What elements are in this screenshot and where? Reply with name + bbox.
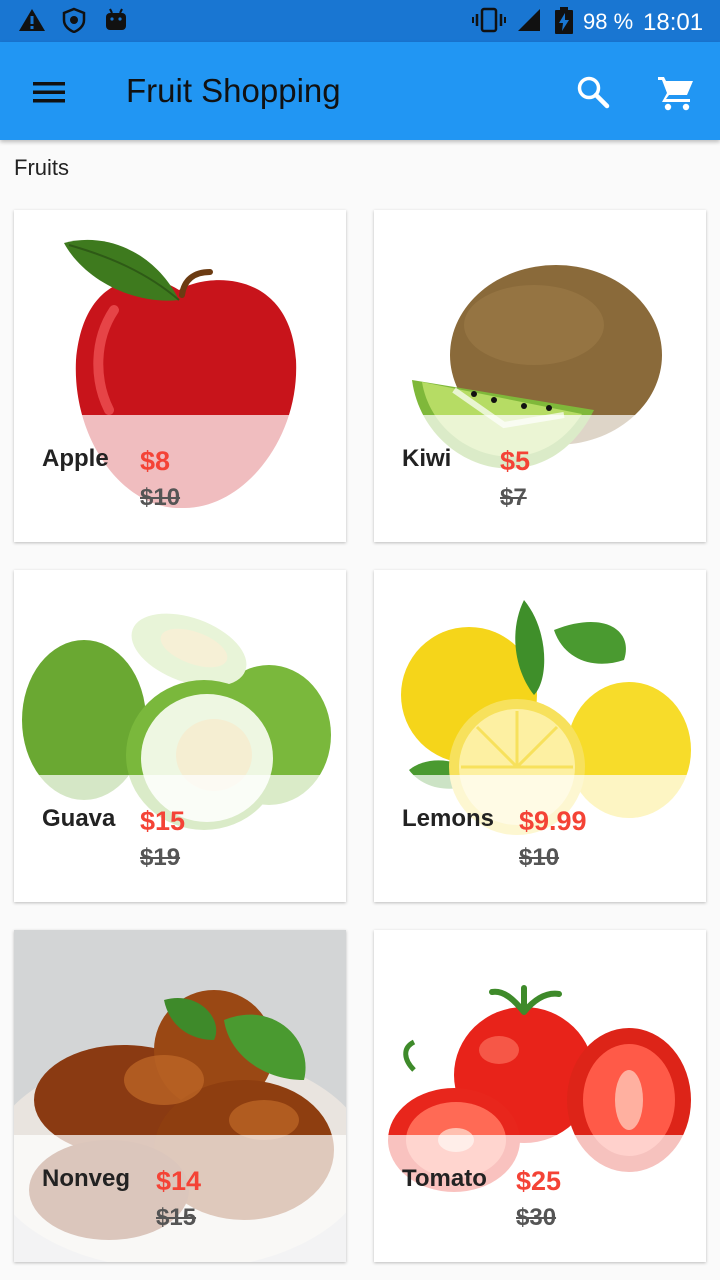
product-name: Kiwi (402, 445, 452, 472)
product-price: $8 (140, 446, 171, 476)
search-button[interactable] (569, 68, 617, 116)
product-old-price: $10 (519, 844, 560, 871)
search-icon (577, 76, 610, 109)
product-price: $15 (140, 806, 186, 836)
shield-icon (62, 7, 86, 33)
card-overlay (14, 1135, 346, 1262)
product-card-kiwi[interactable]: Kiwi $5 $7 (374, 210, 706, 542)
card-overlay (374, 1135, 706, 1262)
product-price: $9.99 (519, 806, 587, 836)
app-bar: Fruit Shopping (0, 42, 720, 140)
product-price: $14 (156, 1166, 202, 1196)
card-overlay (374, 775, 706, 902)
product-name: Apple (42, 445, 109, 472)
product-card-tomato[interactable]: Tomato $25 $30 (374, 930, 706, 1262)
card-overlay (374, 415, 706, 542)
product-name: Nonveg (42, 1165, 131, 1192)
product-name: Lemons (402, 805, 495, 832)
product-card-apple[interactable]: Apple $8 $10 (14, 210, 346, 542)
card-overlay (14, 775, 346, 902)
warning-icon (19, 9, 45, 31)
product-card-lemons[interactable]: Lemons $9.99 $10 (374, 570, 706, 902)
battery-percentage: 98 % (583, 9, 634, 34)
product-old-price: $7 (500, 484, 527, 511)
android-icon (106, 8, 126, 30)
product-old-price: $30 (516, 1204, 557, 1231)
product-price: $25 (516, 1166, 562, 1196)
product-old-price: $19 (140, 844, 181, 871)
product-old-price: $10 (140, 484, 181, 511)
product-card-guava[interactable]: Guava $15 $19 (14, 570, 346, 902)
app-title: Fruit Shopping (126, 72, 341, 109)
product-name: Tomato (402, 1165, 487, 1192)
battery-charging-icon (555, 7, 573, 34)
product-name: Guava (42, 805, 116, 832)
menu-button[interactable] (25, 68, 73, 116)
vibrate-icon (472, 7, 506, 33)
section-title: Fruits (14, 155, 69, 180)
cart-icon (658, 77, 693, 111)
clock: 18:01 (643, 9, 704, 36)
menu-icon (33, 82, 65, 103)
signal-icon (518, 9, 540, 31)
product-price: $5 (500, 446, 531, 476)
card-overlay (14, 415, 346, 542)
status-bar: 98 % 18:01 (0, 0, 720, 42)
product-card-nonveg[interactable]: Nonveg $14 $15 (14, 930, 346, 1262)
product-old-price: $15 (156, 1204, 197, 1231)
cart-button[interactable] (652, 68, 700, 116)
